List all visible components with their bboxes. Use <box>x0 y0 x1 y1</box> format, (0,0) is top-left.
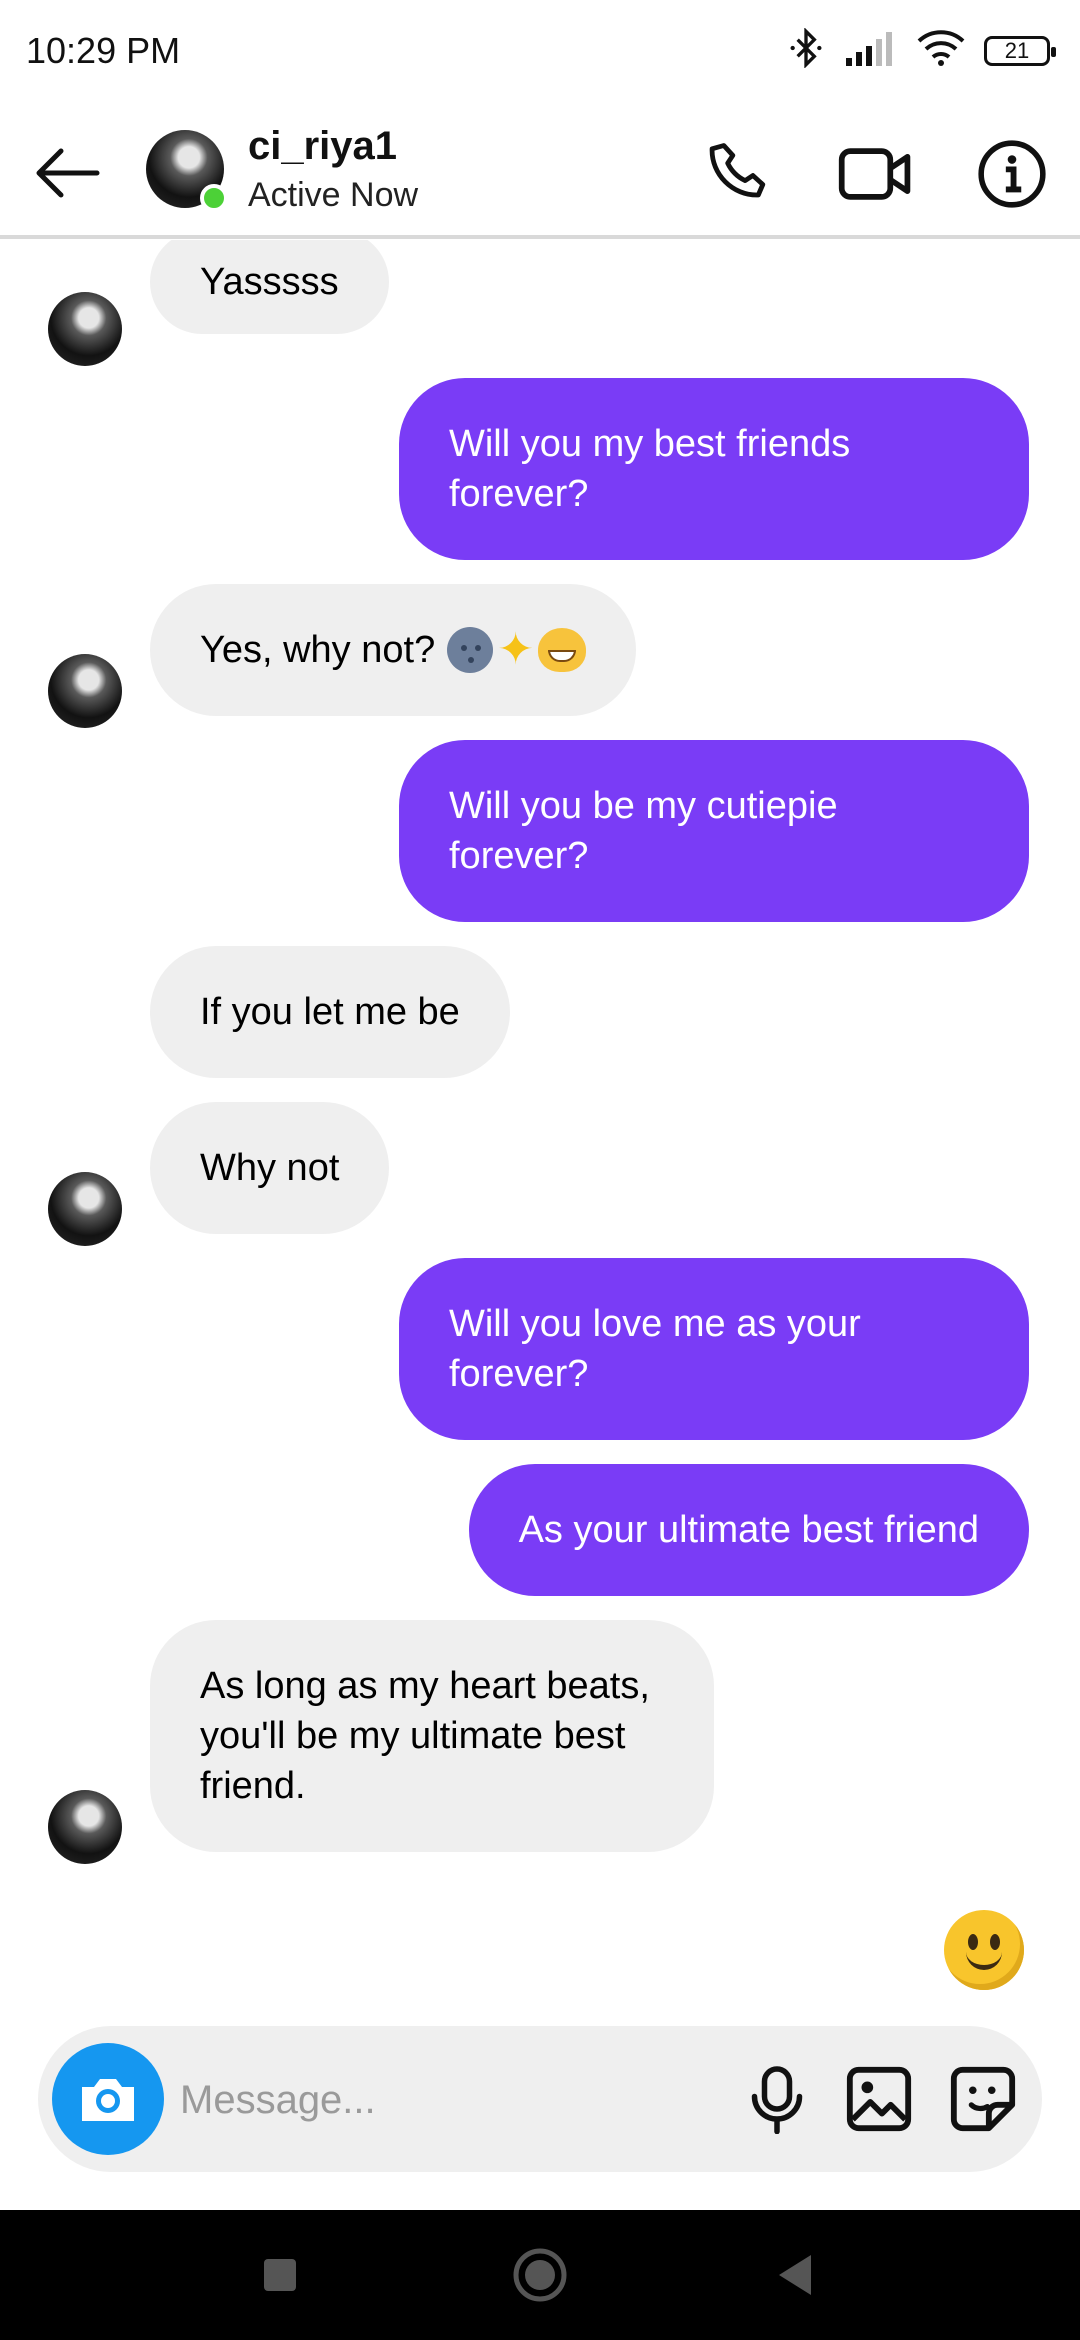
quick-reaction-emoji-button[interactable] <box>944 1910 1024 1990</box>
message-input[interactable] <box>178 2066 742 2134</box>
contact-active-status: Active Now <box>248 176 419 214</box>
message-composer <box>38 2026 1042 2172</box>
back-nav-button[interactable] <box>760 2240 830 2310</box>
sender-avatar[interactable] <box>48 1790 122 1864</box>
video-camera-icon <box>838 148 911 200</box>
back-button[interactable] <box>26 138 106 208</box>
incoming-message[interactable]: If you let me be <box>150 946 510 1078</box>
phone-icon <box>709 143 766 198</box>
home-button[interactable] <box>505 2240 575 2310</box>
outgoing-message[interactable]: Will you my best friends forever? <box>399 378 1029 560</box>
sticker-icon <box>950 2066 1016 2132</box>
outgoing-message[interactable]: Will you love me as your forever? <box>399 1258 1029 1440</box>
message-thread[interactable]: Yasssss Will you my best friends forever… <box>0 240 1080 1960</box>
sparkles-emoji: ✦ <box>497 625 535 674</box>
voice-call-button[interactable] <box>698 132 782 216</box>
status-bar: 10:29 PM 21 <box>0 0 1080 110</box>
system-navigation-bar <box>0 2210 1080 2340</box>
wifi-icon <box>916 29 966 72</box>
gallery-button[interactable] <box>840 2060 918 2138</box>
camera-button[interactable] <box>52 2043 164 2155</box>
bluetooth-icon <box>786 27 826 73</box>
voice-message-button[interactable] <box>738 2060 816 2138</box>
triangle-back-icon <box>779 2255 811 2295</box>
conversation-info-button[interactable] <box>970 132 1054 216</box>
recent-apps-button[interactable] <box>245 2240 315 2310</box>
contact-username[interactable]: ci_riya1 <box>248 124 397 169</box>
incoming-message[interactable]: Yes, why not? ✦ <box>150 584 637 716</box>
sender-avatar[interactable] <box>48 1172 122 1246</box>
conversation-header: ci_riya1 Active Now <box>0 110 1080 239</box>
new-moon-face-emoji <box>447 627 494 673</box>
status-time: 10:29 PM <box>26 30 181 71</box>
sender-avatar[interactable] <box>48 292 122 366</box>
incoming-message[interactable]: Yasssss <box>150 240 389 334</box>
incoming-message[interactable]: As long as my heart beats, you'll be my … <box>150 1620 714 1852</box>
image-icon <box>846 2066 912 2132</box>
info-icon <box>978 140 1046 208</box>
sticker-button[interactable] <box>944 2060 1022 2138</box>
outgoing-message[interactable]: As your ultimate best friend <box>468 1464 1029 1596</box>
outgoing-message[interactable]: Will you be my cutiepie forever? <box>399 740 1029 922</box>
sender-avatar[interactable] <box>48 654 122 728</box>
camera-icon <box>82 2079 134 2121</box>
online-indicator <box>200 184 228 212</box>
back-arrow-icon <box>36 148 100 198</box>
incoming-message[interactable]: Why not <box>150 1102 390 1234</box>
square-icon <box>264 2259 296 2291</box>
microphone-icon <box>751 2066 803 2134</box>
signal-icon <box>844 30 898 71</box>
cat-tears-of-joy-emoji <box>538 628 587 672</box>
home-circle-icon <box>513 2248 567 2302</box>
status-icons: 21 <box>786 27 1056 73</box>
battery-indicator: 21 <box>984 35 1056 66</box>
video-call-button[interactable] <box>834 132 918 216</box>
